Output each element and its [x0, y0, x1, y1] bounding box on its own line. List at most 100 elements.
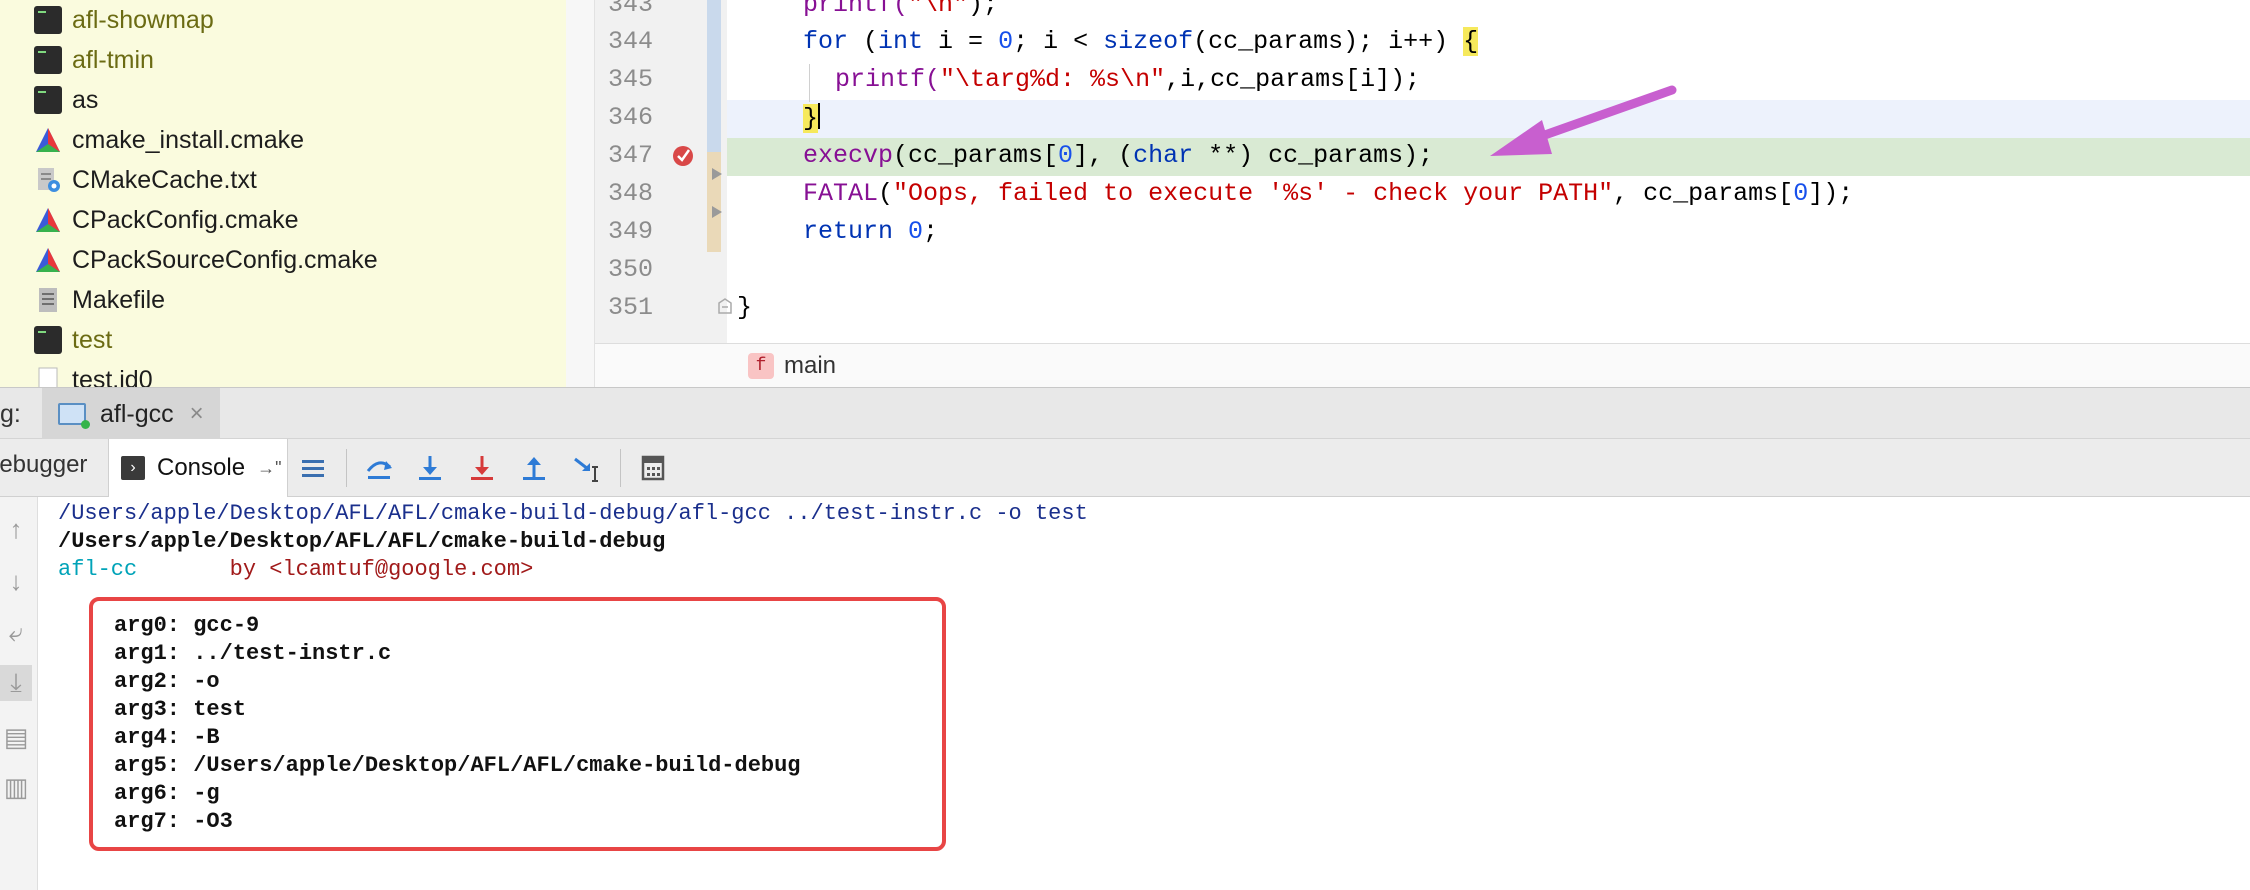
- print-icon[interactable]: ▤: [0, 719, 32, 755]
- code-editor[interactable]: 343 344 345 346 347 348 349 350 351 prin…: [595, 0, 2250, 343]
- fold-collapse-icon[interactable]: [716, 297, 734, 315]
- close-icon[interactable]: ×: [190, 400, 204, 428]
- session-tab-label: afl-gcc: [100, 399, 174, 428]
- tab-debugger[interactable]: Debugger: [0, 451, 87, 479]
- line-number: 345: [607, 65, 653, 94]
- console-arg-line: arg4: -B: [114, 725, 220, 750]
- tree-item-label: CPackConfig.cmake: [72, 205, 299, 234]
- line-number: 350: [607, 255, 653, 284]
- console-cwd-line: /Users/apple/Desktop/AFL/AFL/cmake-build…: [58, 529, 666, 554]
- code-line-346[interactable]: }: [803, 103, 821, 133]
- code-line-352-partial: [727, 333, 827, 343]
- toolbar-separator: [620, 449, 621, 487]
- line-number: 346: [607, 103, 653, 132]
- step-out-icon: [523, 457, 545, 480]
- code-line-344[interactable]: for (int i = 0; i < sizeof(cc_params); i…: [803, 27, 1479, 56]
- tree-item[interactable]: CMakeCache.txt: [34, 160, 257, 200]
- tree-item[interactable]: Makefile: [34, 280, 165, 320]
- caret-line-highlight: [727, 100, 2250, 138]
- step-over-button[interactable]: [362, 451, 396, 485]
- monitor-icon: [58, 403, 90, 429]
- console-arg-line: arg7: -O3: [114, 809, 233, 834]
- console-command-line: /Users/apple/Desktop/AFL/AFL/cmake-build…: [58, 501, 1088, 526]
- tree-item[interactable]: afl-showmap: [34, 0, 214, 40]
- cmake-cache-icon: [34, 166, 62, 194]
- step-out-button[interactable]: [517, 451, 551, 485]
- function-icon: f: [748, 353, 774, 379]
- breadcrumb[interactable]: f main: [748, 352, 836, 380]
- step-into-icon: [419, 456, 441, 480]
- breadcrumb-bar: f main: [595, 343, 2250, 387]
- line-number: 349: [607, 217, 653, 246]
- breakpoint-icon[interactable]: [671, 144, 695, 168]
- run-to-cursor-icon: [574, 457, 598, 482]
- project-tree: afl-showmap afl-tmin as cmake_install.cm…: [0, 0, 566, 387]
- pin-tab-icon[interactable]: →": [257, 458, 281, 479]
- step-into-button[interactable]: [413, 451, 447, 485]
- debug-label: g:: [0, 400, 21, 428]
- terminal-executable-icon: [34, 6, 62, 34]
- cmake-file-icon: [34, 206, 62, 234]
- console-banner-line: afl-cc by <lcamtuf@google.com>: [58, 557, 534, 582]
- tree-item-label: test: [72, 325, 113, 354]
- tab-console-label: Console: [157, 454, 246, 481]
- console-output[interactable]: ↑ ↓ ⤶ ⤓ ▤ ▥ /Users/apple/Desktop/AFL/AFL…: [0, 497, 2250, 890]
- code-line-347[interactable]: execvp(cc_params[0], (char **) cc_params…: [803, 141, 1433, 170]
- code-line-351[interactable]: }: [737, 293, 752, 322]
- tree-item[interactable]: afl-tmin: [34, 40, 154, 80]
- change-marker: [707, 0, 721, 152]
- console-arg-line: arg5: /Users/apple/Desktop/AFL/AFL/cmake…: [114, 753, 801, 778]
- debug-session-tabs: g: afl-gcc ×: [0, 387, 2250, 440]
- show-frames-button[interactable]: [296, 451, 330, 485]
- tree-item[interactable]: cmake_install.cmake: [34, 120, 304, 160]
- indent-guide: [809, 64, 810, 102]
- tree-item-label: as: [72, 85, 99, 114]
- console-side-toolbar: ↑ ↓ ⤶ ⤓ ▤ ▥: [0, 497, 38, 890]
- code-line-348[interactable]: FATAL("Oops, failed to execute '%s' - ch…: [803, 179, 1853, 208]
- force-step-into-button[interactable]: [465, 451, 499, 485]
- line-number: 344: [607, 27, 653, 56]
- panel-divider[interactable]: [566, 0, 595, 387]
- debug-toolbar: Debugger › Console →": [0, 439, 2250, 497]
- code-line-345[interactable]: printf("\targ%d: %s\n",i,cc_params[i]);: [835, 65, 1420, 94]
- tree-item[interactable]: as: [34, 80, 98, 120]
- tree-item-label: CPackSourceConfig.cmake: [72, 245, 378, 274]
- fold-arrow-icon[interactable]: [709, 166, 725, 182]
- tree-item-label: test.id0: [72, 365, 153, 388]
- console-arg-line: arg0: gcc-9: [114, 613, 260, 638]
- code-line-349[interactable]: return 0;: [803, 217, 938, 246]
- breadcrumb-function[interactable]: main: [784, 352, 836, 380]
- force-step-into-icon: [471, 456, 493, 480]
- console-arg-line: arg2: -o: [114, 669, 220, 694]
- scroll-to-end-icon[interactable]: ⤓: [0, 665, 32, 701]
- tree-item-label: afl-showmap: [72, 5, 214, 34]
- soft-wrap-icon[interactable]: ⤶: [0, 615, 32, 651]
- scroll-down-icon[interactable]: ↓: [0, 563, 32, 599]
- tree-item-label: Makefile: [72, 285, 166, 314]
- run-to-cursor-button[interactable]: [570, 451, 604, 485]
- scroll-up-icon[interactable]: ↑: [0, 511, 32, 547]
- console-arg-line: arg6: -g: [114, 781, 220, 806]
- tree-item[interactable]: test: [34, 320, 112, 360]
- code-line-343[interactable]: printf("\n");: [803, 0, 998, 19]
- trash-icon[interactable]: ▥: [0, 769, 32, 805]
- terminal-symlink-icon: [34, 86, 62, 114]
- fold-arrow-icon[interactable]: [709, 204, 725, 220]
- step-over-icon: [366, 461, 392, 479]
- line-number: 343: [607, 0, 653, 19]
- console-icon: ›: [121, 456, 145, 480]
- list-icon: [302, 460, 324, 477]
- tree-item-label: afl-tmin: [72, 45, 154, 74]
- tab-console[interactable]: › Console →": [108, 439, 288, 497]
- tree-item[interactable]: CPackConfig.cmake: [34, 200, 298, 240]
- cmake-file-icon: [34, 246, 62, 274]
- tree-item-label: cmake_install.cmake: [72, 125, 305, 154]
- cmake-file-icon: [34, 126, 62, 154]
- line-number: 351: [607, 293, 653, 322]
- tree-item[interactable]: CPackSourceConfig.cmake: [34, 240, 378, 280]
- evaluate-expression-button[interactable]: [636, 451, 670, 485]
- tree-item[interactable]: test.id0: [34, 360, 153, 387]
- tree-item-label: CMakeCache.txt: [72, 165, 257, 194]
- toolbar-separator: [346, 449, 347, 487]
- debug-session-tab[interactable]: afl-gcc ×: [42, 388, 220, 440]
